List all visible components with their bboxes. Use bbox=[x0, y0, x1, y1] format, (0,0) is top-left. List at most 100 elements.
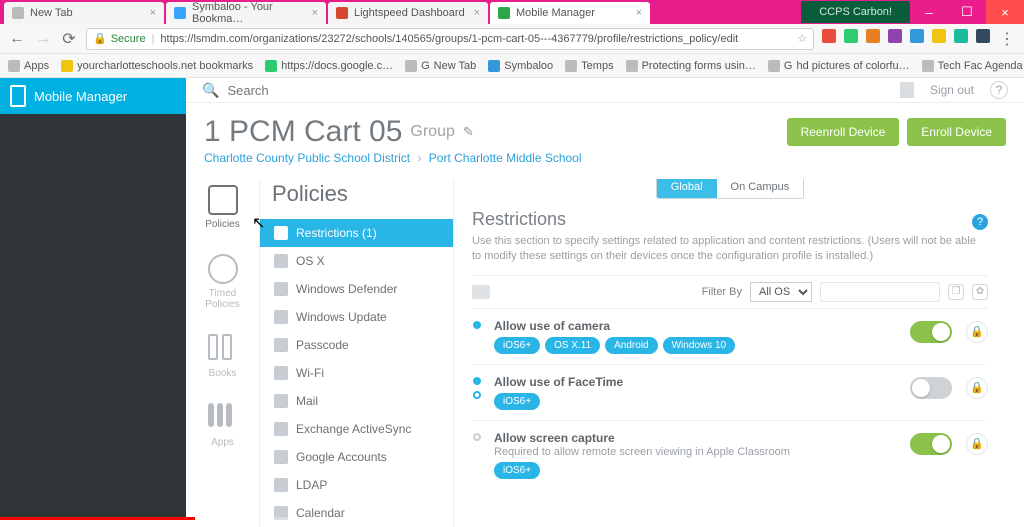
page-icon bbox=[336, 7, 348, 19]
settings-item-exchange[interactable]: Exchange ActiveSync bbox=[260, 415, 453, 443]
tab-symbaloo[interactable]: Symbaloo - Your Bookma…× bbox=[166, 2, 326, 24]
bookmark-item[interactable]: Protecting forms usin… bbox=[626, 60, 756, 72]
bookmark-item[interactable]: G New Tab bbox=[405, 60, 476, 72]
bookmark-item[interactable]: yourcharlotteschools.net bookmarks bbox=[61, 60, 253, 72]
lock-icon[interactable]: 🔒 bbox=[966, 433, 988, 455]
lock-icon bbox=[274, 338, 288, 352]
settings-item-defender[interactable]: Windows Defender bbox=[260, 275, 453, 303]
page-icon bbox=[405, 60, 417, 72]
enroll-button[interactable]: Enroll Device bbox=[907, 118, 1006, 146]
ext-icon[interactable] bbox=[888, 29, 902, 43]
apps-shortcut[interactable]: Apps bbox=[8, 60, 49, 72]
bookmark-item[interactable]: Tech Fac Agenda bbox=[922, 60, 1023, 72]
reload-icon[interactable]: ⟳ bbox=[60, 29, 78, 49]
row-title: Allow use of FaceTime bbox=[494, 375, 898, 389]
bookmark-icon[interactable] bbox=[900, 82, 914, 98]
bookmark-item[interactable]: Temps bbox=[565, 60, 613, 72]
lock-icon[interactable]: 🔒 bbox=[966, 321, 988, 343]
forward-icon[interactable]: → bbox=[34, 30, 52, 48]
profile-badge[interactable]: CCPS Carbon! bbox=[801, 1, 910, 23]
filter-select[interactable]: All OS bbox=[750, 282, 812, 302]
settings-item-restrictions[interactable]: Restrictions (1) bbox=[260, 219, 453, 247]
rail-apps[interactable]: Apps bbox=[208, 403, 238, 448]
edit-icon[interactable]: ✎ bbox=[463, 124, 474, 140]
seg-global[interactable]: Global bbox=[657, 179, 717, 198]
settings-item-mail[interactable]: Mail bbox=[260, 387, 453, 415]
settings-item-wifi[interactable]: Wi-Fi bbox=[260, 359, 453, 387]
toggle-switch[interactable] bbox=[910, 321, 952, 343]
star-icon[interactable]: ☆ bbox=[797, 32, 807, 45]
rail-policies[interactable]: Policies bbox=[205, 185, 239, 230]
close-icon[interactable]: × bbox=[636, 7, 642, 19]
settings-item-calendar[interactable]: Calendar bbox=[260, 499, 453, 527]
os-pill: iOS6+ bbox=[494, 337, 540, 354]
apps-icon bbox=[8, 60, 20, 72]
policies-header: Policies ↖ bbox=[254, 179, 453, 219]
page-icon bbox=[768, 60, 780, 72]
seg-on-campus[interactable]: On Campus bbox=[717, 179, 804, 198]
maximize-button[interactable]: ☐ bbox=[948, 0, 986, 24]
settings-item-passcode[interactable]: Passcode bbox=[260, 331, 453, 359]
ext-icon[interactable] bbox=[976, 29, 990, 43]
close-icon[interactable]: × bbox=[150, 7, 156, 19]
ext-icon[interactable] bbox=[954, 29, 968, 43]
help-icon[interactable]: ? bbox=[990, 81, 1008, 99]
clock-icon bbox=[208, 254, 238, 284]
filter-search[interactable] bbox=[820, 282, 940, 302]
wifi-icon bbox=[274, 366, 288, 380]
tab-new[interactable]: New Tab× bbox=[4, 2, 164, 24]
bookmark-item[interactable]: G hd pictures of colorfu… bbox=[768, 60, 910, 72]
filter-label: Filter By bbox=[702, 286, 742, 298]
search-input[interactable] bbox=[227, 78, 892, 102]
crumb-school[interactable]: Port Charlotte Middle School bbox=[429, 151, 582, 165]
crumb-district[interactable]: Charlotte County Public School District bbox=[204, 151, 410, 165]
page-icon bbox=[12, 7, 24, 19]
title-row: 1 PCM Cart 05 Group ✎ Reenroll Device En… bbox=[204, 115, 1006, 149]
tab-mobile-manager[interactable]: Mobile Manager× bbox=[490, 2, 650, 24]
brand-bar[interactable]: Mobile Manager bbox=[0, 78, 186, 114]
toggle-switch[interactable] bbox=[910, 377, 952, 399]
os-pill: iOS6+ bbox=[494, 462, 540, 479]
menu-icon[interactable]: ⋮ bbox=[998, 29, 1016, 49]
monitor-icon bbox=[274, 254, 288, 268]
omnibox[interactable]: 🔒 Secure | https://lsmdm.com/organizatio… bbox=[86, 28, 814, 50]
restriction-row: Allow use of FaceTime iOS6+ 🔒 bbox=[472, 365, 988, 421]
lock-icon[interactable]: 🔒 bbox=[966, 377, 988, 399]
topbar: 🔍 Sign out ? bbox=[186, 78, 1024, 103]
status-dot bbox=[473, 433, 481, 441]
rail-timed-policies[interactable]: Timed Policies bbox=[205, 254, 239, 310]
settings-item-osx[interactable]: OS X bbox=[260, 247, 453, 275]
person-icon bbox=[274, 478, 288, 492]
ext-icon[interactable] bbox=[844, 29, 858, 43]
settings-item-ldap[interactable]: LDAP bbox=[260, 471, 453, 499]
reenroll-button[interactable]: Reenroll Device bbox=[787, 118, 900, 146]
settings-item-google[interactable]: Google Accounts bbox=[260, 443, 453, 471]
os-pill: Windows 10 bbox=[663, 337, 735, 354]
sign-out-link[interactable]: Sign out bbox=[930, 83, 974, 97]
close-icon[interactable]: × bbox=[474, 7, 480, 19]
back-icon[interactable]: ← bbox=[8, 30, 26, 48]
tab-strip: New Tab× Symbaloo - Your Bookma…× Lights… bbox=[0, 0, 1024, 24]
toggle-switch[interactable] bbox=[910, 433, 952, 455]
address-bar-row: ← → ⟳ 🔒 Secure | https://lsmdm.com/organ… bbox=[0, 24, 1024, 54]
ext-icon[interactable] bbox=[866, 29, 880, 43]
columns: Policies Timed Policies Books Apps bbox=[186, 179, 1006, 527]
bookmark-item[interactable]: Symbaloo bbox=[488, 60, 553, 72]
hierarchy-icon[interactable] bbox=[472, 285, 490, 299]
tab-lightspeed[interactable]: Lightspeed Dashboard× bbox=[328, 2, 488, 24]
rail-books[interactable]: Books bbox=[208, 334, 238, 379]
close-icon[interactable]: × bbox=[312, 7, 318, 19]
close-window-button[interactable]: × bbox=[986, 0, 1024, 24]
copy-icon[interactable]: ❐ bbox=[948, 284, 964, 300]
ext-icon[interactable] bbox=[932, 29, 946, 43]
ext-icon[interactable] bbox=[822, 29, 836, 43]
browser-chrome: New Tab× Symbaloo - Your Bookma…× Lights… bbox=[0, 0, 1024, 78]
bookmark-item[interactable]: https://docs.google.c… bbox=[265, 60, 393, 72]
restriction-row: Allow screen capture Required to allow r… bbox=[472, 421, 988, 489]
settings-item-winupdate[interactable]: Windows Update bbox=[260, 303, 453, 331]
minimize-button[interactable]: – bbox=[910, 0, 948, 24]
gear-icon[interactable]: ✿ bbox=[972, 284, 988, 300]
help-badge[interactable]: ? bbox=[972, 214, 988, 230]
bookmarks-bar: Apps yourcharlotteschools.net bookmarks … bbox=[0, 54, 1024, 78]
ext-icon[interactable] bbox=[910, 29, 924, 43]
